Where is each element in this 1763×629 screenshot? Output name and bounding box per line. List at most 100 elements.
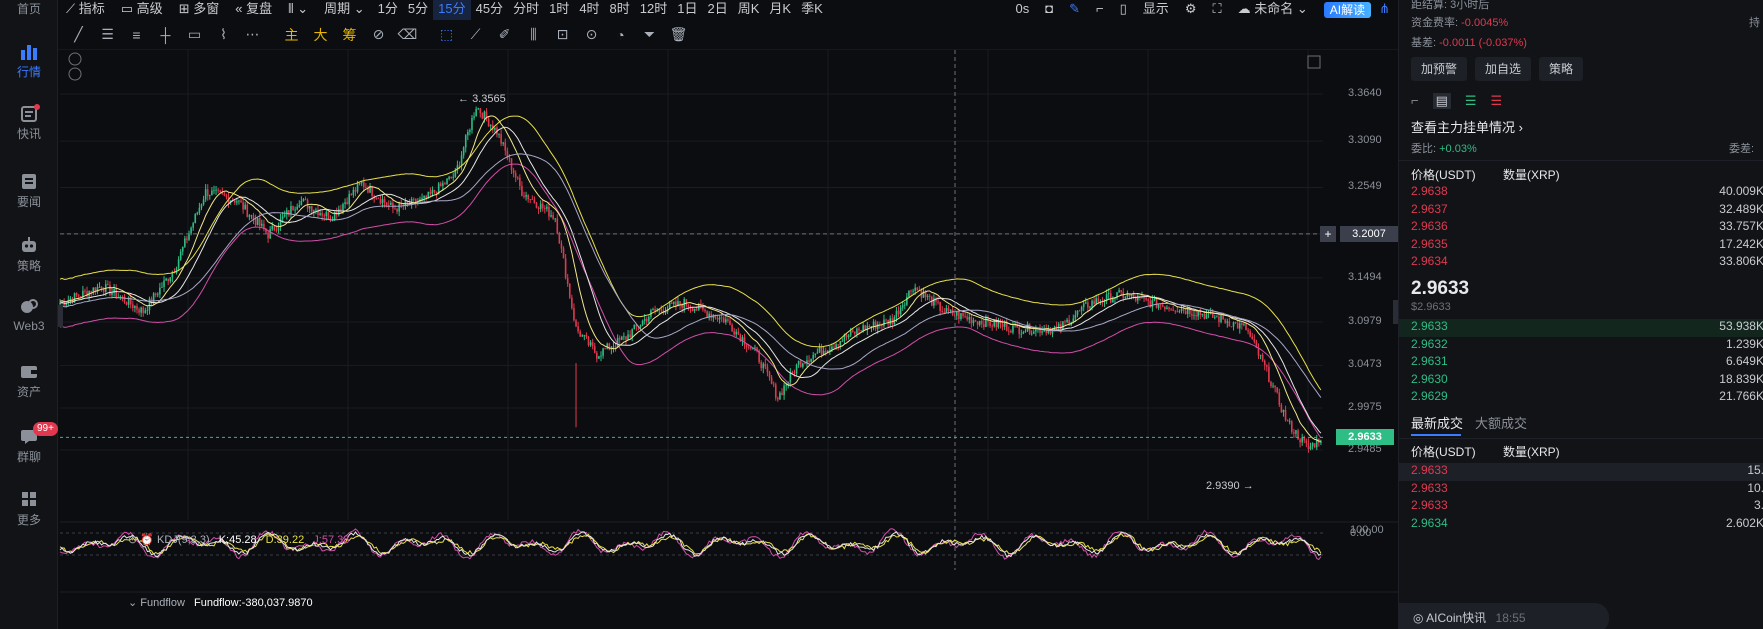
advanced-button[interactable]: ▭ 高级 — [113, 0, 171, 20]
layout-name-select[interactable]: ☁ 未命名 ⌄ — [1230, 0, 1316, 20]
nav-item-strategy[interactable]: 策略 — [0, 236, 58, 274]
split-icon[interactable]: ▯ — [1112, 0, 1135, 20]
orderbook-row[interactable]: 2.9637 32.489K — [1399, 202, 1763, 220]
orderbook-row[interactable]: 2.9635 17.242K — [1399, 237, 1763, 255]
candle-body — [968, 317, 971, 320]
candle-body — [560, 243, 563, 249]
share-icon[interactable]: ⋔ — [1371, 0, 1398, 20]
interval-3[interactable]: 45分 — [471, 0, 508, 20]
interval-9[interactable]: 1日 — [672, 0, 702, 20]
filter-icon[interactable]: ⏷ — [635, 20, 664, 50]
candle-body — [579, 331, 581, 337]
magnet-icon[interactable]: ⊘ — [364, 20, 393, 50]
fullscreen-icon[interactable]: ⛶ — [1204, 0, 1229, 20]
candle-body — [535, 203, 538, 208]
nav-item-assets[interactable]: 资产 — [0, 362, 58, 400]
large-order-button[interactable]: 大 — [306, 20, 335, 50]
expand-icon[interactable]: ⌄ — [128, 597, 137, 609]
period-select[interactable]: 周期 ⌄ — [316, 0, 373, 20]
interval-4[interactable]: 分时 — [508, 0, 544, 20]
candle-body — [537, 207, 540, 210]
orderbook-row[interactable]: 2.9630 18.839K — [1399, 372, 1763, 390]
eraser-icon[interactable]: ⌫ — [393, 20, 422, 50]
candle-body — [1159, 304, 1162, 306]
candle-body — [1001, 323, 1004, 327]
orderbook-row[interactable]: 2.9633 15. — [1399, 463, 1763, 481]
candle-body — [1311, 443, 1314, 447]
cross-line-icon[interactable]: ┼ — [151, 20, 180, 50]
candle-body — [387, 204, 390, 206]
interval-0[interactable]: 1分 — [373, 0, 403, 20]
row-qty: 1.239K — [1725, 336, 1763, 351]
orderbook-row[interactable]: 2.9634 33.806K — [1399, 254, 1763, 272]
interval-2[interactable]: 15分 — [433, 0, 471, 20]
multi-window-button[interactable]: ⊞ 多窗 — [171, 0, 228, 20]
candle-body — [294, 209, 296, 211]
kline-chart[interactable]: ⊙ ⏰ KDJ(9,3,3) K:45.28 D:39.22 J:57.38 ⌄… — [58, 50, 1398, 629]
ruler-icon[interactable]: ⟋ — [461, 20, 490, 50]
eye-icon[interactable]: ⊙ — [128, 534, 137, 546]
candle-body — [774, 384, 777, 398]
flash-label: AICoin快讯 — [1426, 611, 1487, 625]
visibility-icon[interactable]: ⊙ — [577, 20, 606, 50]
interval-5[interactable]: 1时 — [544, 0, 574, 20]
candle-type-button[interactable]: ⫴ ⌄ — [280, 0, 316, 20]
interval-12[interactable]: 月K — [764, 0, 796, 20]
nav-item-chat[interactable]: 99+ 群聊 — [0, 422, 58, 465]
trendline-icon[interactable]: ╱ — [64, 20, 93, 50]
add-watchlist-button[interactable]: 加自选 — [1475, 57, 1532, 81]
add-alert-button[interactable]: 加预警 — [1411, 57, 1468, 81]
interval-8[interactable]: 12时 — [635, 0, 672, 20]
rectangle-icon[interactable]: ▭ — [180, 20, 209, 50]
nav-item-home[interactable]: 首页 — [0, 0, 58, 17]
interval-10[interactable]: 2日 — [702, 0, 732, 20]
candle-body — [955, 312, 958, 316]
nav-item-more[interactable]: 更多 — [0, 490, 58, 528]
display-button[interactable]: 显示 — [1135, 0, 1177, 20]
candle-body — [290, 205, 292, 215]
pen-icon[interactable]: ✎ — [1061, 0, 1088, 20]
candle-body — [233, 200, 236, 203]
gear-icon[interactable]: ⚙ — [1177, 0, 1205, 20]
camera-icon[interactable]: ◘ — [1037, 0, 1061, 20]
nav-item-market[interactable]: 行情 — [0, 42, 58, 80]
brush-icon[interactable]: ✐ — [490, 20, 519, 50]
orderbook-row[interactable]: 2.9633 10. — [1399, 481, 1763, 499]
interval-7[interactable]: 8时 — [605, 0, 635, 20]
candle-body — [972, 320, 975, 324]
interval-1[interactable]: 5分 — [403, 0, 433, 20]
indicators-button[interactable]: ⟋ 指标 — [58, 0, 113, 20]
layout-icon[interactable]: ⌐ — [1088, 0, 1112, 20]
cursor-icon[interactable]: ⬚ — [432, 20, 461, 50]
candle-body — [1028, 323, 1031, 334]
nav-item-web3[interactable]: Web3 — [0, 298, 58, 333]
lock-icon[interactable]: ⊡ — [548, 20, 577, 50]
tab-latest-trades[interactable]: 最新成交 — [1411, 413, 1463, 432]
candle-body — [548, 206, 550, 217]
bars-icon[interactable]: ⫼ — [519, 20, 548, 50]
path-icon[interactable]: ⌇ — [209, 20, 238, 50]
channel-icon[interactable]: ≡ — [122, 20, 151, 50]
tab-large-trades[interactable]: 大额成交 — [1475, 413, 1527, 432]
candle-body — [854, 331, 856, 334]
orderbook-row[interactable]: 2.9632 1.239K — [1399, 337, 1763, 355]
hline-icon[interactable]: ☰ — [93, 20, 122, 50]
main-force-button[interactable]: 主 — [277, 20, 306, 50]
trash-icon[interactable]: 🗑 — [664, 20, 693, 50]
interval-6[interactable]: 4时 — [574, 0, 604, 20]
ai-interpret-button[interactable]: AI解读 — [1323, 2, 1372, 18]
interval-13[interactable]: 季K — [796, 0, 828, 20]
more-tools-icon[interactable]: ⋯ — [238, 20, 267, 50]
chip-button[interactable]: 筹 — [335, 20, 364, 50]
alarm-icon[interactable]: ⏰ — [140, 534, 154, 546]
interval-11[interactable]: 周K — [733, 0, 765, 20]
flash-news-ticker[interactable]: ◎ AICoin快讯 18:55 — [1399, 603, 1609, 629]
candle-body — [206, 189, 209, 197]
nav-item-news[interactable]: 要闻 — [0, 172, 58, 210]
strategy-button[interactable]: 策略 — [1539, 57, 1584, 81]
orderbook-row[interactable]: 2.9633 3. — [1399, 498, 1763, 516]
color-icon[interactable]: ◔ — [606, 20, 635, 50]
nav-item-flash[interactable]: 快讯 — [0, 104, 58, 142]
add-alert-plus-icon[interactable]: + — [1320, 225, 1336, 242]
replay-button[interactable]: « 复盘 — [227, 0, 280, 20]
